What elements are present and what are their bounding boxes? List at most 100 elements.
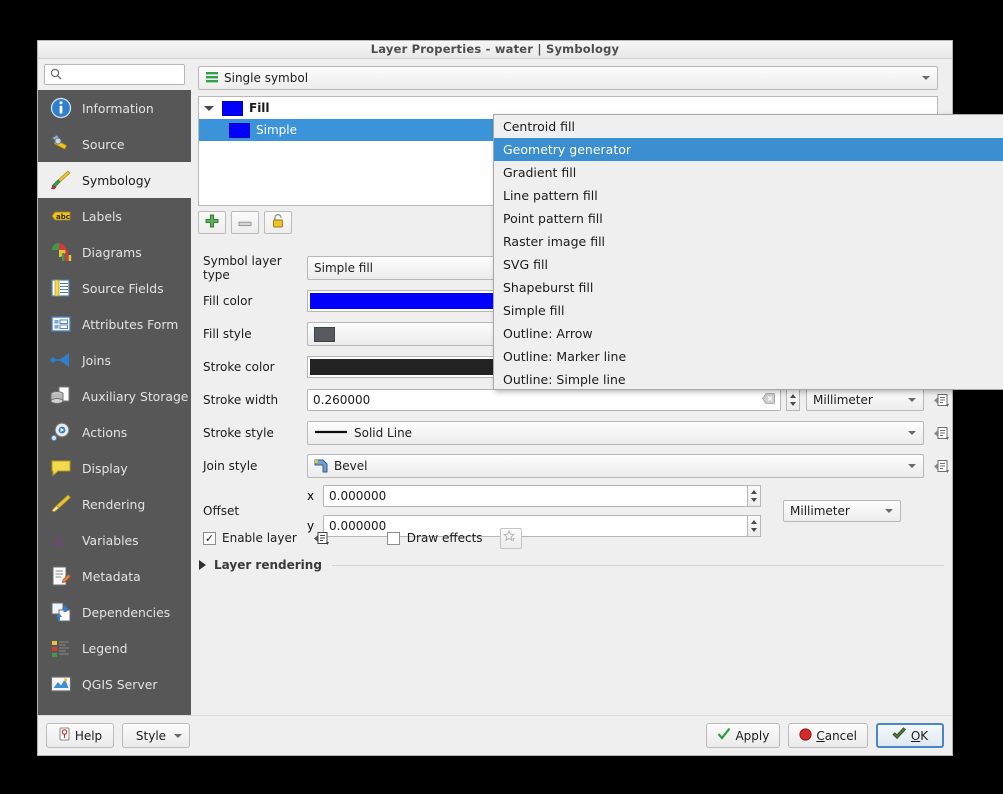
sidebar-item-label: Information — [82, 101, 154, 116]
data-defined-override-button[interactable] — [930, 455, 952, 477]
sidebar-item-actions[interactable]: Actions — [38, 414, 191, 450]
dropdown-item-simple-fill[interactable]: Simple fill — [494, 299, 1003, 322]
draw-effects-checkbox[interactable]: Draw effects — [387, 531, 483, 545]
enable-layer-checkbox[interactable]: ✓ Enable layer — [203, 531, 297, 545]
renderer-combo[interactable]: Single symbol — [198, 66, 938, 90]
sidebar-item-source-fields[interactable]: Source Fields — [38, 270, 191, 306]
sidebar-item-auxiliary-storage[interactable]: Auxiliary Storage — [38, 378, 191, 414]
dropdown-item-line-pattern-fill[interactable]: Line pattern fill — [494, 184, 1003, 207]
apply-button[interactable]: Apply — [706, 723, 780, 748]
sidebar-item-variables[interactable]: ε Variables — [38, 522, 191, 558]
sidebar-item-label: Source Fields — [82, 281, 164, 296]
ok-button[interactable]: OK — [876, 723, 944, 748]
cancel-button-label: Cancel — [816, 729, 857, 743]
dropdown-item-centroid-fill[interactable]: Centroid fill — [494, 115, 1003, 138]
dropdown-item-geometry-generator[interactable]: Geometry generator — [494, 138, 1003, 161]
dropdown-item-outline-arrow[interactable]: Outline: Arrow — [494, 322, 1003, 345]
offset-x-stepper[interactable] — [747, 485, 761, 507]
help-button[interactable]: Help — [46, 723, 114, 748]
sidebar-search-wrap — [38, 59, 191, 90]
cancel-icon — [799, 728, 812, 744]
sidebar-item-label: Rendering — [82, 497, 145, 512]
sidebar-item-label: Labels — [82, 209, 122, 224]
sidebar-item-metadata[interactable]: Metadata — [38, 558, 191, 594]
dropdown-item-outline-marker-line[interactable]: Outline: Marker line — [494, 345, 1003, 368]
data-defined-icon — [313, 531, 330, 546]
dropdown-item-point-pattern-fill[interactable]: Point pattern fill — [494, 207, 1003, 230]
stroke-width-label: Stroke width — [203, 393, 307, 407]
stroke-width-stepper[interactable] — [786, 389, 800, 411]
stroke-style-combo[interactable]: Solid Line — [307, 421, 924, 445]
symbol-layer-type-label: Symbol layer type — [203, 254, 307, 282]
symbol-layer-type-value: Simple fill — [314, 261, 373, 275]
dropdown-item-raster-image-fill[interactable]: Raster image fill — [494, 230, 1003, 253]
lock-icon — [271, 213, 285, 232]
sidebar-item-symbology[interactable]: Symbology — [38, 162, 191, 198]
stroke-color-label: Stroke color — [203, 360, 307, 374]
offset-x-input[interactable]: 0.000000 — [323, 485, 748, 507]
information-icon — [49, 96, 73, 120]
offset-y-stepper[interactable] — [747, 515, 761, 537]
data-defined-override-button[interactable] — [930, 422, 952, 444]
chevron-down-icon — [908, 431, 916, 435]
sidebar-item-joins[interactable]: Joins — [38, 342, 191, 378]
metadata-pencil-icon — [49, 564, 73, 588]
symbol-layer-type-dropdown[interactable]: Centroid fill Geometry generator Gradien… — [493, 114, 1003, 390]
minus-icon — [238, 213, 252, 232]
source-icon — [49, 132, 73, 156]
sidebar-item-label: Diagrams — [82, 245, 142, 260]
clear-icon[interactable] — [762, 393, 775, 407]
dialog-body: Information Source — [38, 59, 952, 715]
fill-color-label: Fill color — [203, 294, 307, 308]
join-style-combo[interactable]: Bevel — [307, 454, 924, 478]
sidebar-item-display[interactable]: Display — [38, 450, 191, 486]
dropdown-item-svg-fill[interactable]: SVG fill — [494, 253, 1003, 276]
style-button[interactable]: Style — [122, 723, 190, 748]
fill-swatch — [229, 123, 250, 138]
sidebar-item-labels[interactable]: abc Labels — [38, 198, 191, 234]
sidebar-item-label: Variables — [82, 533, 139, 548]
sidebar-item-rendering[interactable]: Rendering — [38, 486, 191, 522]
plus-icon — [205, 213, 219, 232]
stroke-width-value: 0.260000 — [313, 393, 370, 407]
dropdown-item-outline-simple-line[interactable]: Outline: Simple line — [494, 368, 1003, 390]
offset-unit-combo[interactable]: Millimeter — [783, 500, 901, 522]
stroke-width-input[interactable]: 0.260000 — [307, 389, 781, 411]
data-defined-icon — [933, 426, 950, 441]
dropdown-item-gradient-fill[interactable]: Gradient fill — [494, 161, 1003, 184]
help-icon — [58, 727, 71, 744]
cancel-button[interactable]: Cancel — [788, 723, 868, 748]
sidebar-item-diagrams[interactable]: Diagrams — [38, 234, 191, 270]
search-box[interactable] — [44, 64, 185, 85]
expand-collapse-icon[interactable] — [204, 106, 216, 111]
dialog-title: Layer Properties - water | Symbology — [38, 41, 952, 58]
sidebar-item-qgis-server[interactable]: QGIS Server — [38, 666, 191, 702]
diagrams-chart-icon — [49, 240, 73, 264]
sidebar-item-information[interactable]: Information — [38, 90, 191, 126]
join-style-label: Join style — [203, 459, 307, 473]
star-icon: r — [503, 529, 518, 548]
stroke-width-unit-combo[interactable]: Millimeter — [806, 389, 924, 411]
stroke-style-label: Stroke style — [203, 426, 307, 440]
sidebar-item-dependencies[interactable]: Dependencies — [38, 594, 191, 630]
single-symbol-icon — [205, 70, 219, 87]
data-defined-override-button[interactable] — [311, 527, 333, 549]
customize-effects-button[interactable]: r — [500, 528, 522, 549]
renderer-combo-label: Single symbol — [224, 71, 308, 85]
dropdown-item-shapeburst-fill[interactable]: Shapeburst fill — [494, 276, 1003, 299]
attributes-form-icon — [49, 312, 73, 336]
main-panel: Single symbol Fill Simple — [191, 59, 952, 715]
join-style-value: Bevel — [334, 459, 367, 473]
chevron-down-icon — [885, 509, 893, 513]
sidebar-item-legend[interactable]: Legend — [38, 630, 191, 666]
layer-options-row: ✓ Enable layer Draw effects — [203, 527, 522, 549]
search-input[interactable] — [66, 67, 179, 82]
data-defined-override-button[interactable] — [930, 389, 952, 411]
sidebar-item-source[interactable]: Source — [38, 126, 191, 162]
lock-layer-button[interactable] — [264, 211, 292, 234]
sidebar-item-attributes-form[interactable]: Attributes Form — [38, 306, 191, 342]
ok-check-icon — [892, 727, 907, 744]
add-symbol-layer-button[interactable] — [198, 211, 226, 234]
remove-symbol-layer-button[interactable] — [231, 211, 259, 234]
layer-rendering-section[interactable]: Layer rendering — [199, 554, 944, 576]
